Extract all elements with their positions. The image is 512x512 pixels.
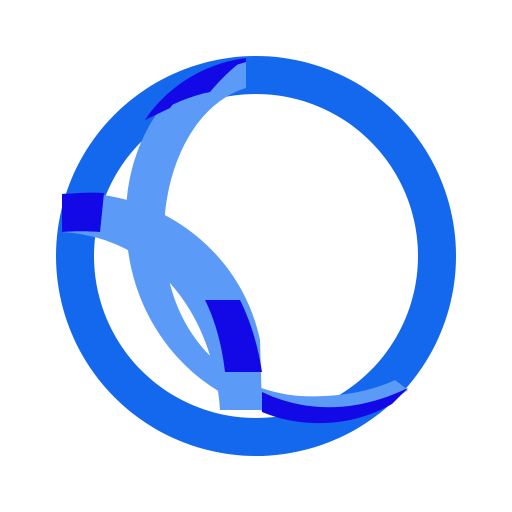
interlocking-rings-logo-icon xyxy=(56,56,457,457)
overlap-left-shape xyxy=(62,192,104,232)
app-icon-canvas xyxy=(0,0,512,512)
